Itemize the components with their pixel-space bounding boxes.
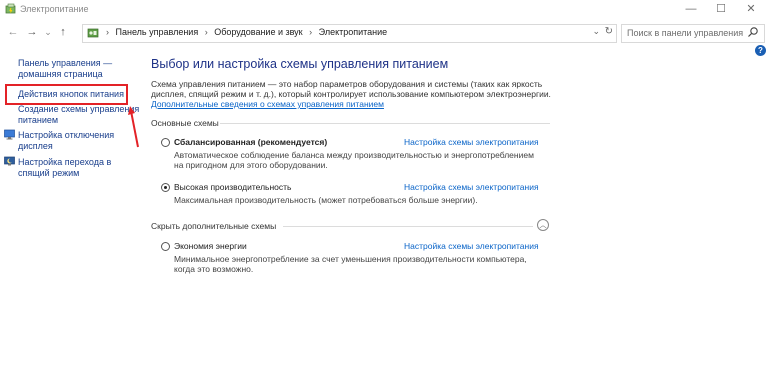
plan-desc-high-performance: Максимальная производительность (может п… — [174, 195, 478, 205]
navigation-bar: ← → ⌄ ↑ › Панель управления › Оборудован… — [0, 20, 768, 44]
title-bar: Электропитание — ☐ ✕ — [0, 0, 768, 19]
sidebar-item-control-panel-home[interactable]: Панель управления — домашняя страница — [18, 58, 112, 80]
plan-desc-power-saver: Минимальное энергопотребление за счет ум… — [174, 254, 527, 274]
address-dropdown-icon[interactable]: ⌄ — [592, 26, 600, 37]
page-description: Схема управления питанием — это набор па… — [151, 79, 551, 99]
control-panel-icon — [87, 28, 99, 38]
help-button[interactable]: ? — [755, 45, 766, 56]
refresh-icon[interactable]: ↻ — [605, 26, 613, 37]
chevron-right-icon: › — [106, 27, 109, 37]
divider — [220, 123, 550, 124]
breadcrumb-hardware-sound[interactable]: Оборудование и звук — [214, 27, 302, 37]
power-options-icon — [5, 3, 16, 14]
search-input[interactable]: Поиск в панели управления — [627, 28, 743, 38]
basic-plans-heading: Основные схемы — [151, 118, 219, 128]
monitor-icon — [4, 129, 15, 140]
chevron-right-icon: › — [204, 27, 208, 37]
more-info-link[interactable]: Дополнительные сведения о схемах управле… — [151, 99, 384, 109]
close-button[interactable]: ✕ — [736, 0, 766, 19]
sidebar-item-display-off[interactable]: Настройка отключения дисплея — [18, 130, 114, 152]
search-box[interactable]: Поиск в панели управления — [621, 24, 765, 43]
window-title: Электропитание — [20, 4, 89, 14]
plan-desc-balanced: Автоматическое соблюдение баланса между … — [174, 150, 534, 170]
page-title: Выбор или настройка схемы управления пит… — [151, 57, 449, 71]
minimize-button[interactable]: — — [676, 0, 706, 19]
up-button[interactable]: ↑ — [56, 24, 70, 40]
back-button[interactable]: ← — [6, 24, 20, 40]
plan-radio-high-performance[interactable] — [161, 183, 170, 192]
plan-name-power-saver[interactable]: Экономия энергии — [174, 241, 247, 251]
plan-name-balanced[interactable]: Сбалансированная (рекомендуется) — [174, 137, 327, 147]
address-bar[interactable]: › Панель управления › Оборудование и зву… — [82, 24, 617, 43]
sidebar-item-sleep[interactable]: Настройка перехода в спящий режим — [18, 157, 111, 179]
breadcrumb-control-panel[interactable]: Панель управления — [116, 27, 199, 37]
annotation-arrow — [128, 106, 139, 148]
plan-radio-power-saver[interactable] — [161, 242, 170, 251]
plan-settings-link-balanced[interactable]: Настройка схемы электропитания — [404, 137, 539, 147]
sidebar-item-create-plan[interactable]: Создание схемы управления питанием — [18, 104, 139, 126]
plan-name-high-performance[interactable]: Высокая производительность — [174, 182, 291, 192]
chevron-right-icon: › — [309, 27, 313, 37]
hidden-plans-heading[interactable]: Скрыть дополнительные схемы — [151, 221, 276, 231]
annotation-highlight-box — [5, 84, 128, 105]
plan-settings-link-high-performance[interactable]: Настройка схемы электропитания — [404, 182, 539, 192]
breadcrumb-power-options[interactable]: Электропитание — [319, 27, 388, 37]
search-icon[interactable] — [747, 26, 759, 38]
moon-icon — [4, 156, 15, 166]
plan-radio-balanced[interactable] — [161, 138, 170, 147]
forward-button[interactable]: → — [25, 24, 39, 40]
divider — [283, 226, 533, 227]
maximize-button[interactable]: ☐ — [706, 0, 736, 19]
plan-settings-link-power-saver[interactable]: Настройка схемы электропитания — [404, 241, 539, 251]
collapse-chevron-up-icon[interactable]: ︿ — [537, 219, 549, 231]
recent-locations-button[interactable]: ⌄ — [41, 24, 55, 40]
